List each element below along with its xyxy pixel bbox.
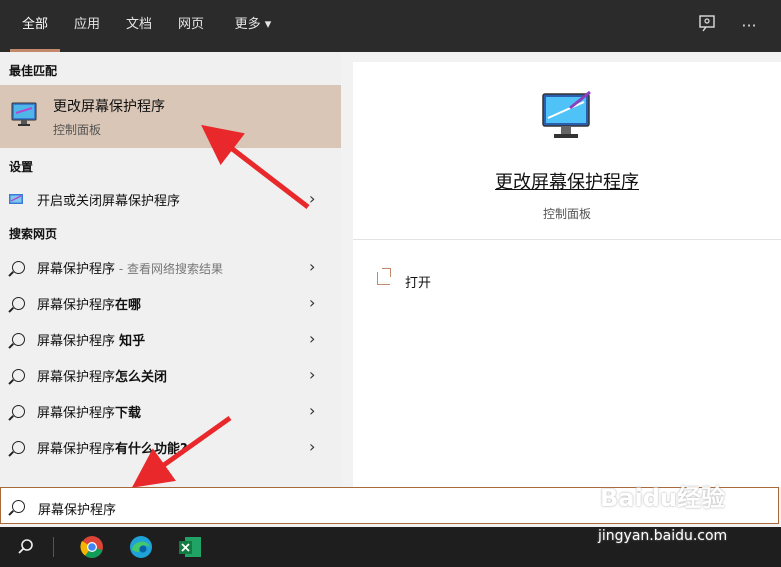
search-icon[interactable] xyxy=(13,534,39,560)
preview-subtitle: 控制面板 xyxy=(542,207,591,221)
search-icon xyxy=(8,366,26,384)
search-icon xyxy=(8,330,26,348)
tab-all[interactable]: 全部 xyxy=(10,0,60,52)
feedback-icon[interactable] xyxy=(696,14,720,38)
monitor-icon xyxy=(540,88,596,144)
search-input[interactable]: 屏幕保护程序 xyxy=(38,499,116,518)
tab-documents[interactable]: 文档 xyxy=(118,0,160,52)
best-match-heading: 最佳匹配 xyxy=(9,64,58,78)
best-match-title: 更改屏幕保护程序 xyxy=(53,99,165,115)
top-bar: 全部 应用 文档 网页 更多 ▾ ··· xyxy=(0,0,781,52)
chevron-right-icon[interactable]: › xyxy=(309,437,315,456)
chevron-right-icon[interactable]: › xyxy=(309,293,315,312)
chevron-right-icon[interactable]: › xyxy=(309,365,315,384)
tab-apps[interactable]: 应用 xyxy=(66,0,108,52)
open-icon xyxy=(377,268,391,285)
baidu-watermark-url: jingyan.baidu.com xyxy=(598,528,728,544)
web-result-item[interactable]: 屏幕保护程序 - 查看网络搜索结果 › xyxy=(0,250,341,284)
preview-card: 更改屏幕保护程序 控制面板 打开 xyxy=(353,62,781,487)
web-result-item[interactable]: 屏幕保护程序在哪 › xyxy=(0,286,341,320)
web-result-item[interactable]: 屏幕保护程序 知乎 › xyxy=(0,322,341,356)
web-result-item[interactable]: 屏幕保护程序有什么功能? › xyxy=(0,430,341,464)
results-pane: 最佳匹配 更改屏幕保护程序 控制面板 设置 开启或关闭屏幕保护程序 › 搜索网页… xyxy=(0,52,341,487)
search-icon xyxy=(12,500,25,513)
chevron-right-icon[interactable]: › xyxy=(309,329,315,348)
taskbar-separator xyxy=(53,537,54,557)
web-result-item[interactable]: 屏幕保护程序怎么关闭 › xyxy=(0,358,341,392)
settings-item[interactable]: 开启或关闭屏幕保护程序 › xyxy=(0,182,341,216)
monitor-icon xyxy=(10,99,40,129)
search-icon xyxy=(8,258,26,276)
chevron-right-icon[interactable]: › xyxy=(309,257,315,276)
divider xyxy=(353,239,781,240)
edge-icon[interactable] xyxy=(128,534,154,560)
chrome-icon[interactable] xyxy=(79,534,105,560)
tab-more[interactable]: 更多 ▾ xyxy=(224,0,282,52)
web-search-heading: 搜索网页 xyxy=(9,227,58,241)
chevron-right-icon[interactable]: › xyxy=(309,401,315,420)
search-icon xyxy=(8,294,26,312)
screensaver-settings-icon xyxy=(8,190,26,208)
search-icon xyxy=(8,438,26,456)
more-options-icon[interactable]: ··· xyxy=(737,14,761,38)
best-match-subtitle: 控制面板 xyxy=(53,123,102,137)
web-result-item[interactable]: 屏幕保护程序下载 › xyxy=(0,394,341,428)
chevron-right-icon[interactable]: › xyxy=(309,189,315,208)
best-match-item[interactable] xyxy=(0,85,341,148)
tab-web[interactable]: 网页 xyxy=(170,0,212,52)
search-icon xyxy=(8,402,26,420)
baidu-watermark-logo: Baidu经验 xyxy=(600,484,725,512)
open-action[interactable]: 打开 xyxy=(405,272,431,291)
preview-title[interactable]: 更改屏幕保护程序 xyxy=(353,168,781,194)
excel-icon[interactable] xyxy=(177,534,203,560)
preview-pane: 更改屏幕保护程序 控制面板 打开 xyxy=(341,52,781,487)
settings-item-label: 开启或关闭屏幕保护程序 xyxy=(37,194,181,209)
settings-heading: 设置 xyxy=(9,160,34,174)
